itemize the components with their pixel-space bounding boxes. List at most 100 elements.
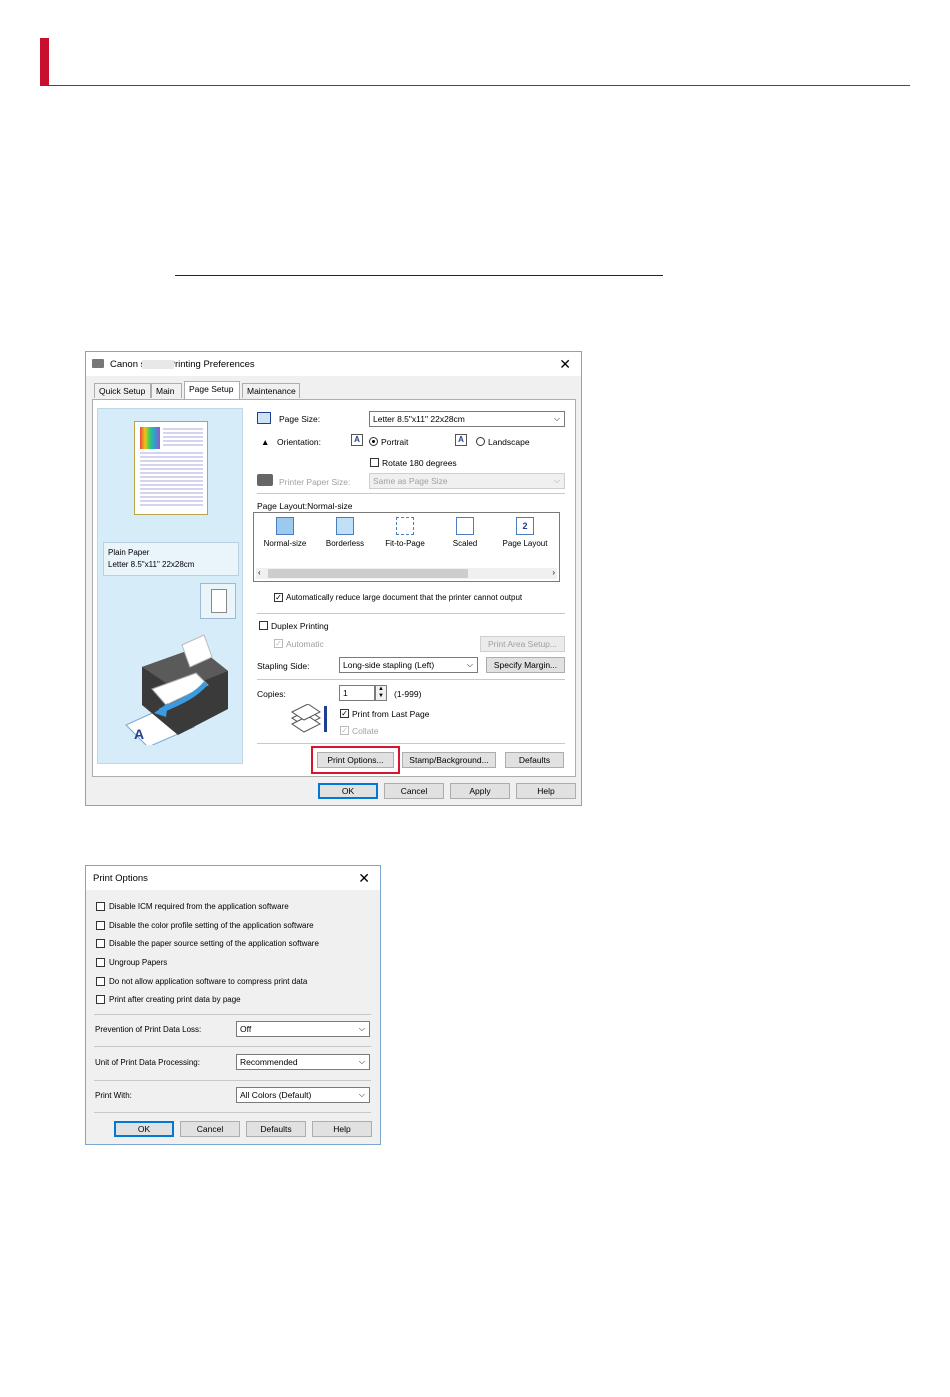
duplex-checkbox[interactable] [259,621,268,630]
printer-paper-icon [257,474,273,486]
auto-reduce-checkbox[interactable]: ✓ [274,593,283,602]
rotate-label[interactable]: Rotate 180 degrees [382,458,457,468]
defaults-button[interactable]: Defaults [246,1121,306,1137]
portrait-radio[interactable] [369,437,378,446]
layout-normal-size[interactable]: Normal-size [256,517,314,548]
divider [257,493,565,494]
layout-borderless[interactable]: Borderless [316,517,374,548]
title-bar: Canon series Printing Preferences ✕ [86,352,581,376]
divider [94,1112,371,1113]
unit-value: Recommended [240,1057,298,1067]
divider [94,1080,371,1081]
landscape-label[interactable]: Landscape [488,437,530,447]
model-name-redaction [142,360,174,369]
printer-icon [92,359,104,368]
rotate-checkbox[interactable] [370,458,379,467]
collate-illustration [291,704,327,733]
apply-button[interactable]: Apply [450,783,510,799]
borderless-icon [336,517,354,535]
tab-main[interactable]: Main [151,383,182,398]
collate-checkbox[interactable]: ✓ [340,726,349,735]
fit-to-page-icon [396,517,414,535]
print-with-select[interactable]: All Colors (Default) ⌵ [236,1087,370,1103]
chevron-left-icon[interactable]: ‹ [258,568,261,577]
layout-fit-to-page[interactable]: Fit-to-Page [376,517,434,548]
cancel-button[interactable]: Cancel [180,1121,240,1137]
paper-source-icon [200,583,236,619]
unit-select[interactable]: Recommended ⌵ [236,1054,370,1070]
help-button[interactable]: Help [312,1121,372,1137]
print-after-creating-label[interactable]: Print after creating print data by page [109,995,241,1004]
link-underline[interactable] [175,275,663,276]
page-size-value: Letter 8.5"x11" 22x28cm [373,414,465,424]
scroll-thumb[interactable] [268,569,468,578]
close-icon[interactable]: ✕ [559,356,571,373]
highlight-box [311,746,400,774]
print-area-setup-button[interactable]: Print Area Setup... [480,636,565,652]
chevron-down-icon: ⌵ [553,476,560,485]
disable-icm-checkbox[interactable] [96,902,105,911]
portrait-label[interactable]: Portrait [381,437,408,447]
page-layout-list: Normal-size Borderless Fit-to-Page Scale… [253,512,560,582]
no-compress-checkbox[interactable] [96,977,105,986]
print-with-label: Print With: [95,1091,132,1100]
disable-paper-source-label[interactable]: Disable the paper source setting of the … [109,939,319,948]
ungroup-papers-label[interactable]: Ungroup Papers [109,958,167,967]
printer-paper-size-select[interactable]: Same as Page Size ⌵ [369,473,565,489]
divider [257,743,565,744]
copies-input[interactable]: 1 [339,685,375,701]
ok-button[interactable]: OK [318,783,378,799]
prevention-label: Prevention of Print Data Loss: [95,1025,202,1034]
divider [94,1014,371,1015]
chevron-right-icon[interactable]: › [552,568,555,577]
portrait-icon: A [351,434,363,446]
paper-info: Plain Paper Letter 8.5"x11" 22x28cm [103,542,239,576]
chevron-down-icon: ⌵ [466,660,473,669]
landscape-radio[interactable] [476,437,485,446]
page-size-select[interactable]: Letter 8.5"x11" 22x28cm ⌵ [369,411,565,427]
ok-button[interactable]: OK [114,1121,174,1137]
print-from-last-page-checkbox[interactable]: ✓ [340,709,349,718]
cancel-button[interactable]: Cancel [384,783,444,799]
tab-quick-setup[interactable]: Quick Setup [94,383,151,398]
chevron-down-icon: ⌵ [358,1090,365,1099]
layout-scaled[interactable]: Scaled [436,517,494,548]
print-from-last-page-label[interactable]: Print from Last Page [352,709,429,719]
no-compress-label[interactable]: Do not allow application software to com… [109,977,307,986]
print-after-creating-checkbox[interactable] [96,995,105,1004]
tab-maintenance[interactable]: Maintenance [242,383,300,398]
prevention-select[interactable]: Off ⌵ [236,1021,370,1037]
chevron-down-icon: ⌵ [553,414,560,423]
auto-reduce-label[interactable]: Automatically reduce large document that… [286,593,522,602]
specify-margin-button[interactable]: Specify Margin... [486,657,565,673]
disable-paper-source-checkbox[interactable] [96,939,105,948]
layout-label: Scaled [452,539,478,548]
duplex-label[interactable]: Duplex Printing [271,621,329,631]
ungroup-papers-checkbox[interactable] [96,958,105,967]
printer-paper-size-value: Same as Page Size [373,476,448,486]
print-with-value: All Colors (Default) [240,1090,312,1100]
automatic-checkbox[interactable]: ✓ [274,639,283,648]
layout-label: Page Layout [502,539,548,548]
layout-scrollbar[interactable]: ‹ › [256,568,557,579]
help-button[interactable]: Help [516,783,576,799]
automatic-label[interactable]: Automatic [286,639,324,649]
page-preview [134,421,208,515]
defaults-button[interactable]: Defaults [505,752,564,768]
collate-label[interactable]: Collate [352,726,378,736]
layout-page-layout[interactable]: 2 Page Layout [496,517,554,548]
chevron-down-icon: ⌵ [358,1024,365,1033]
chevron-down-icon: ⌵ [358,1057,365,1066]
tab-page-setup[interactable]: Page Setup [184,381,240,399]
disable-icm-label[interactable]: Disable ICM required from the applicatio… [109,902,289,911]
stapling-side-select[interactable]: Long-side stapling (Left) ⌵ [339,657,478,673]
stamp-background-button[interactable]: Stamp/Background... [402,752,496,768]
copies-spinner[interactable]: ▲ ▼ [375,685,387,701]
orientation-label: Orientation: [277,437,321,447]
close-icon[interactable]: ✕ [358,870,370,887]
prevention-value: Off [240,1024,252,1034]
stapling-side-label: Stapling Side: [257,661,310,671]
disable-color-profile-label[interactable]: Disable the color profile setting of the… [109,921,314,930]
disable-color-profile-checkbox[interactable] [96,921,105,930]
svg-text:A: A [134,726,144,742]
